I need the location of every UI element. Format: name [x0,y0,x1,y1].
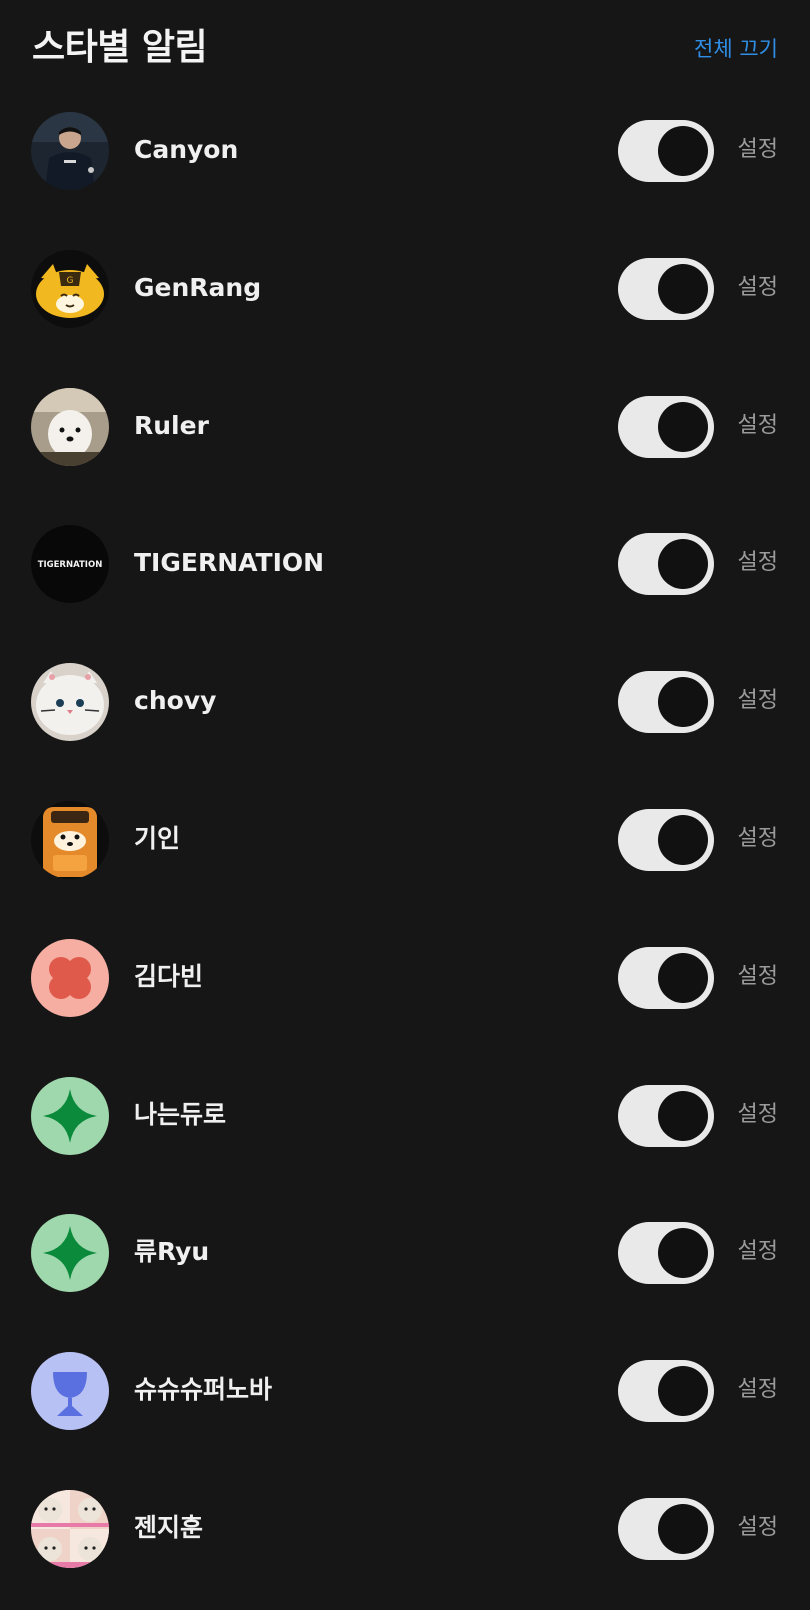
star-name: GenRang [134,272,262,302]
star-name: Canyon [134,135,239,164]
avatar-tigernation[interactable]: TIGERNATION [31,525,109,604]
turn-off-all-button[interactable]: 전체 끄기 [694,34,778,64]
star-name: 김다빈 [134,961,204,991]
avatar-genrang[interactable]: G [31,249,109,328]
settings-button[interactable]: 설정 [738,1372,778,1408]
notification-toggle[interactable] [618,1360,714,1423]
notification-toggle[interactable] [618,257,714,320]
star-name: TIGERNATION [134,548,325,578]
settings-button[interactable]: 설정 [738,1234,778,1270]
notification-toggle[interactable] [618,671,714,734]
toggle-knob [658,677,708,728]
notification-toggle[interactable] [618,1222,714,1285]
page-title: 스타별 알림 [32,27,208,68]
settings-button[interactable]: 설정 [738,1510,778,1546]
star-name: 기인 [134,823,181,853]
list-item: TIGERNATION TIGERNATION 설정 [0,495,810,633]
toggle-knob [658,263,708,314]
flower-icon [49,956,91,999]
notification-toggle[interactable] [618,395,714,458]
settings-button[interactable]: 설정 [738,1097,778,1133]
avatar-shushusupernova[interactable] [31,1352,109,1431]
toggle-knob [658,1228,708,1279]
settings-button[interactable]: 설정 [738,270,778,306]
settings-button[interactable]: 설정 [738,959,778,995]
toggle-knob [658,1366,708,1417]
settings-button[interactable]: 설정 [738,132,778,168]
toggle-knob [658,952,708,1003]
avatar-kiin[interactable] [31,800,109,879]
settings-button[interactable]: 설정 [738,408,778,444]
toggle-knob [658,401,708,452]
list-item: 김다빈 설정 [0,909,810,1047]
notification-toggle[interactable] [618,533,714,596]
toggle-knob [658,1503,708,1554]
toggle-knob [658,539,708,590]
list-item: chovy 설정 [0,633,810,771]
avatar-chovy[interactable] [31,663,109,742]
settings-button[interactable]: 설정 [738,821,778,857]
avatar-genjihun[interactable] [31,1489,109,1568]
svg-text:G: G [67,276,74,286]
list-item: 류Ryu 설정 [0,1184,810,1322]
settings-button[interactable]: 설정 [738,545,778,581]
avatar-ruler[interactable] [31,387,109,466]
notification-toggle[interactable] [618,1497,714,1560]
avatar-canyon[interactable] [31,112,109,190]
settings-button[interactable]: 설정 [738,683,778,719]
notification-toggle[interactable] [618,120,714,182]
avatar-ryu[interactable] [31,1214,109,1293]
star-name: chovy [134,686,217,716]
notification-toggle[interactable] [618,1084,714,1147]
list-item: Ruler 설정 [0,358,810,496]
notification-toggle[interactable] [618,808,714,871]
list-item: G GenRang 설정 [0,220,810,358]
list-item: 슈슈슈퍼노바 설정 [0,1322,810,1460]
star-name: 젠지훈 [134,1512,204,1542]
tigernation-logo-text: TIGERNATION [38,560,103,570]
star-name: 류Ryu [134,1237,210,1267]
list-item: 젠지훈 설정 [0,1460,810,1598]
star-notification-list: Canyon 설정 G GenRang 설정 Ruler 설정 TIGERNAT… [0,82,810,1598]
star-name: 슈슈슈퍼노바 [134,1375,273,1405]
list-item: Canyon 설정 [0,82,810,220]
list-item: 나는듀로 설정 [0,1047,810,1185]
notification-toggle[interactable] [618,946,714,1009]
list-item: 기인 설정 [0,771,810,909]
toggle-knob [658,1090,708,1141]
avatar-kimdabin[interactable] [31,938,109,1017]
star-name: 나는듀로 [134,1099,227,1129]
avatar-naneunduro[interactable] [31,1076,109,1155]
toggle-knob [658,126,708,176]
star-name: Ruler [134,410,209,440]
toggle-knob [658,814,708,865]
